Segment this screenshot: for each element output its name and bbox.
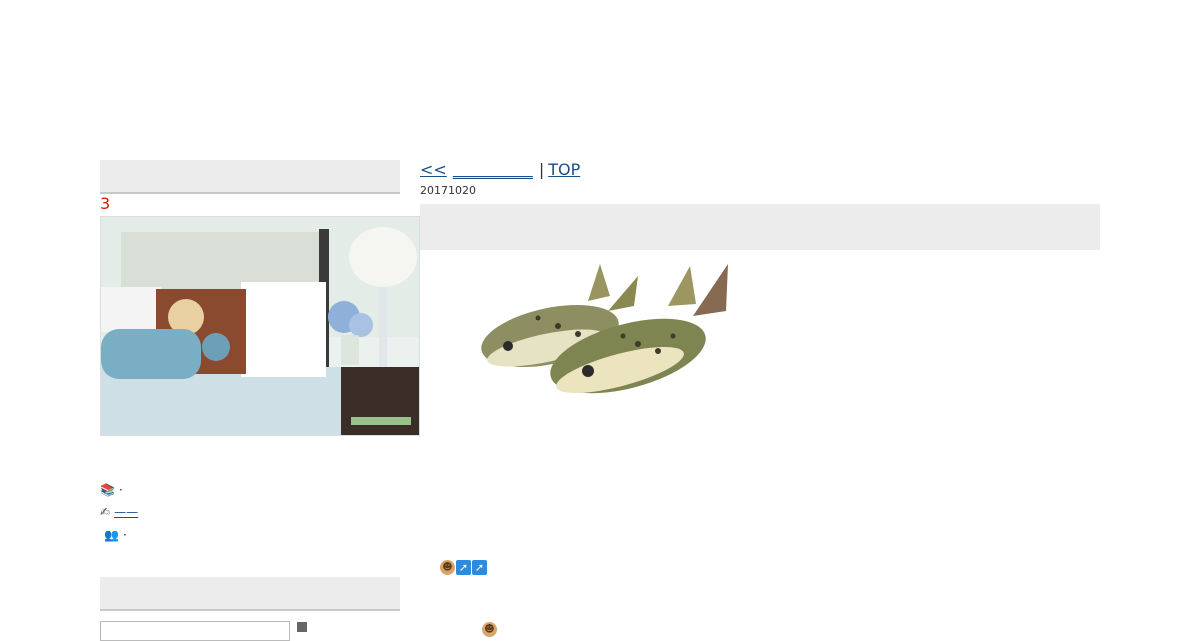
nav-separator: |: [538, 160, 545, 179]
profile-count: 3: [100, 194, 111, 213]
sidebar-line-2: ✍ ——: [100, 503, 138, 521]
book-icon: 📚: [100, 483, 115, 497]
arrow-up-right-icon: ➚: [456, 560, 471, 575]
top-link[interactable]: TOP: [548, 160, 580, 179]
prev-post-link[interactable]: __________: [453, 160, 533, 179]
profile-photo: [100, 216, 420, 436]
sidebar-search-header: [100, 577, 400, 611]
sidebar-link[interactable]: ——: [114, 505, 138, 519]
pen-icon: ✍: [100, 505, 111, 519]
pufferfish-image: [481, 264, 728, 394]
emoji-row: ☻ ➚ ➚: [440, 560, 487, 575]
people-icon: 👥: [104, 528, 119, 542]
bedroom-image: [101, 217, 419, 435]
post-title-bar: [420, 204, 1100, 250]
sidebar-profile-header: [100, 160, 400, 194]
grin-face-icon: ☻: [440, 560, 455, 575]
post-image: [438, 256, 738, 406]
sidebar-line-1: 📚 ·: [100, 481, 123, 499]
prev-arrow-link[interactable]: <<: [420, 160, 447, 179]
arrow-up-right-icon: ➚: [472, 560, 487, 575]
post-navigation: << __________ | TOP: [420, 160, 580, 180]
emoji-row-2: ☻: [482, 620, 497, 637]
search-input[interactable]: [100, 621, 290, 641]
sidebar-line-1-text: ·: [118, 483, 123, 497]
search-button[interactable]: [297, 622, 307, 632]
sidebar-line-3-text: ·: [122, 528, 127, 542]
post-date: 20171020: [420, 184, 476, 197]
sidebar-line-3: 👥 ·: [104, 526, 127, 544]
